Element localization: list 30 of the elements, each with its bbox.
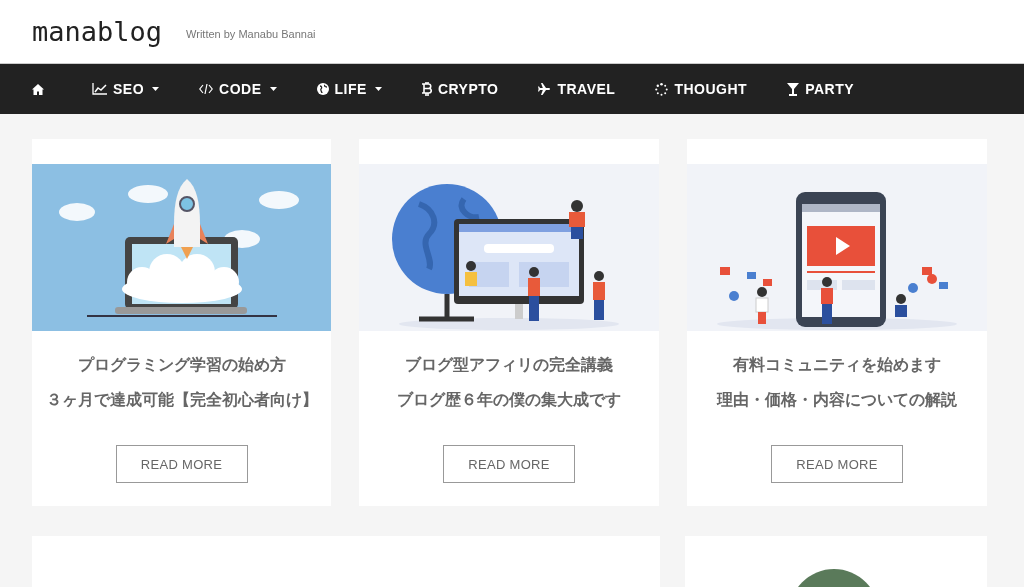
nav-link[interactable]: TRAVEL [538, 81, 616, 97]
article-title-line[interactable]: ブログ歴６年の僕の集大成です [397, 390, 621, 411]
read-more-button[interactable]: READ MORE [115, 445, 248, 483]
caret-icon [374, 87, 382, 91]
nav-link[interactable]: CODE [199, 81, 277, 97]
nav-link[interactable]: THOUGHT [655, 81, 748, 97]
home-icon [32, 83, 44, 95]
nav-link[interactable]: SEO [92, 81, 160, 97]
tagline: Written by Manabu Bannai [186, 27, 316, 40]
article-title-line[interactable]: 理由・価格・内容についての解説 [717, 390, 957, 411]
site-title[interactable]: manablog [32, 16, 163, 47]
code-icon [199, 83, 214, 95]
nav-link[interactable]: CRYPTO [421, 81, 499, 97]
read-more-button[interactable]: READ MORE [771, 445, 903, 483]
article-title-line[interactable]: ブログ型アフィリの完全講義 [405, 355, 613, 376]
article-title-line[interactable]: プログラミング学習の始め方 [77, 355, 286, 376]
nav-link[interactable]: LIFE [316, 81, 382, 97]
airplane-icon [538, 83, 552, 95]
home-link[interactable] [32, 83, 44, 95]
article-title-line[interactable]: 有料コミュニティを始めます [733, 355, 941, 376]
caret-icon [269, 87, 277, 91]
bitcoin-icon [421, 82, 432, 96]
cocktail-glass-icon [787, 82, 800, 96]
spinner-icon [655, 82, 669, 96]
globe-icon [316, 83, 329, 95]
line-chart-icon [92, 83, 107, 95]
caret-icon [152, 87, 160, 91]
nav-link[interactable]: PARTY [787, 81, 855, 97]
read-more-button[interactable]: READ MORE [443, 445, 575, 483]
article-title-line[interactable]: ３ヶ月で達成可能【完全初心者向け】 [45, 390, 318, 411]
